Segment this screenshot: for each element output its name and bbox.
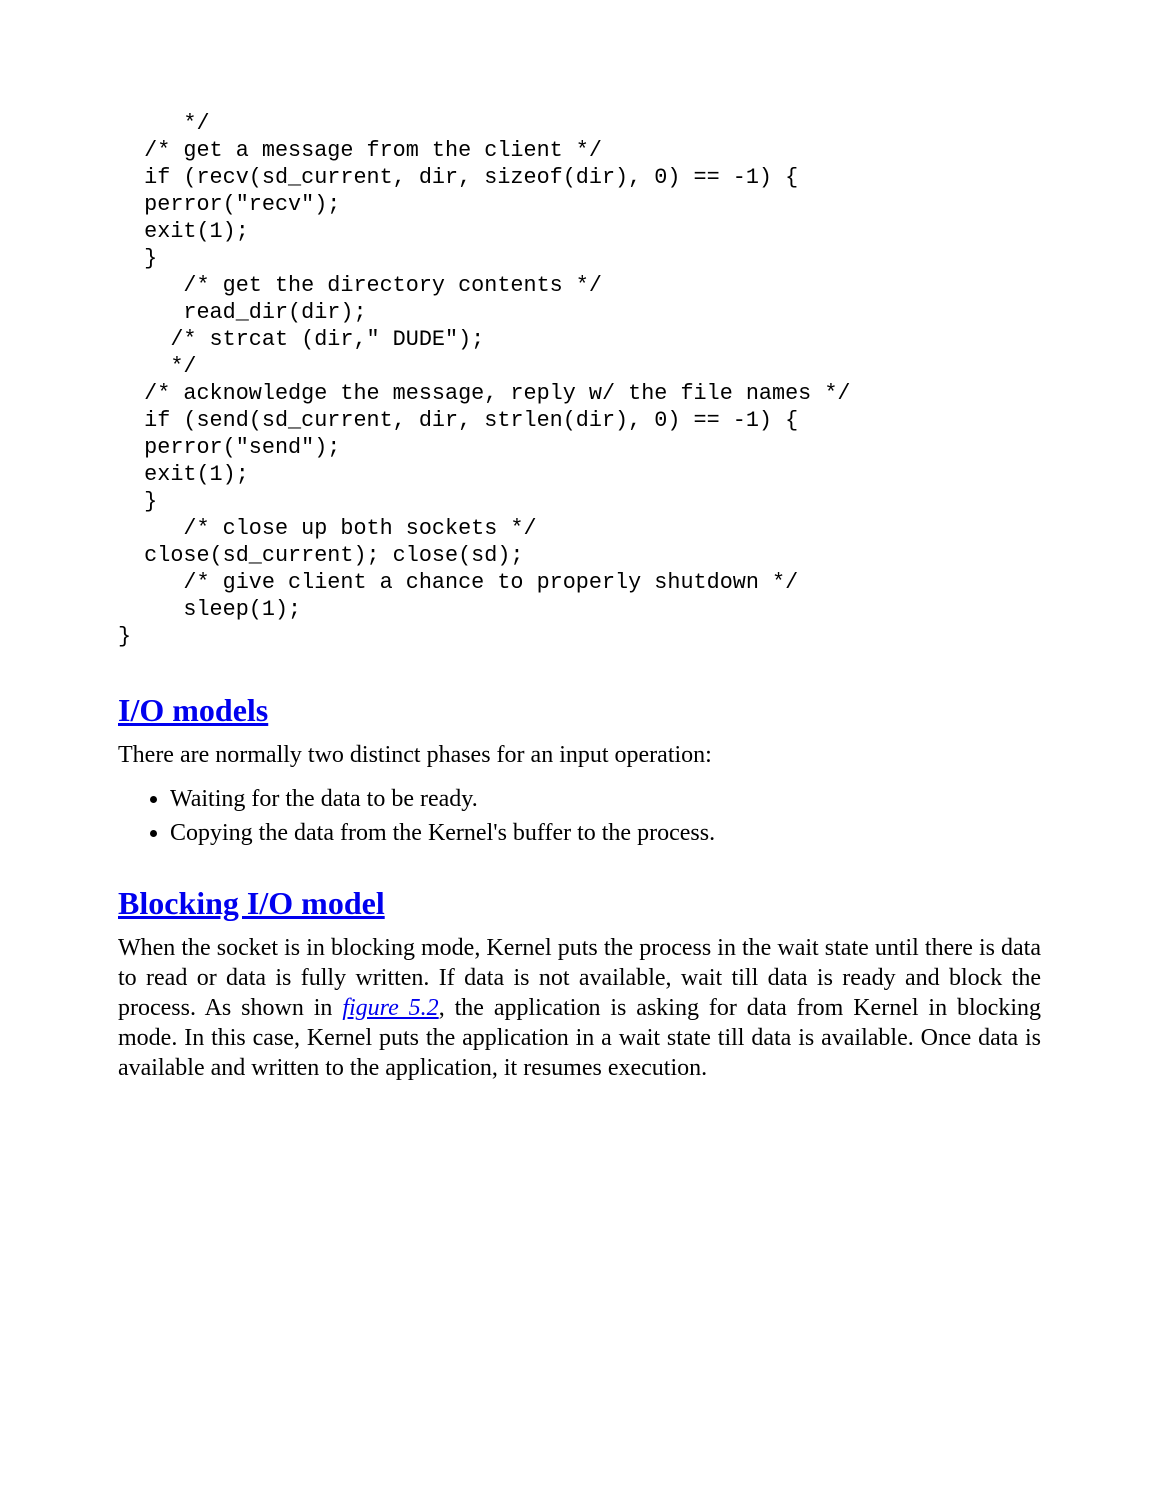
figure-5-2-link[interactable]: figure 5.2	[342, 995, 438, 1021]
blocking-paragraph: When the socket is in blocking mode, Ker…	[118, 933, 1041, 1083]
heading-blocking-io: Blocking I/O model	[118, 883, 1041, 923]
list-item: Waiting for the data to be ready.	[170, 784, 1041, 815]
io-models-bullets: Waiting for the data to be ready. Copyin…	[118, 784, 1041, 848]
heading-io-models: I/O models	[118, 690, 1041, 730]
io-models-intro: There are normally two distinct phases f…	[118, 740, 1041, 770]
code-block: */ /* get a message from the client */ i…	[118, 110, 1041, 650]
heading-io-models-link[interactable]: I/O models	[118, 692, 268, 728]
list-item: Copying the data from the Kernel's buffe…	[170, 818, 1041, 849]
heading-blocking-io-link[interactable]: Blocking I/O model	[118, 885, 385, 921]
